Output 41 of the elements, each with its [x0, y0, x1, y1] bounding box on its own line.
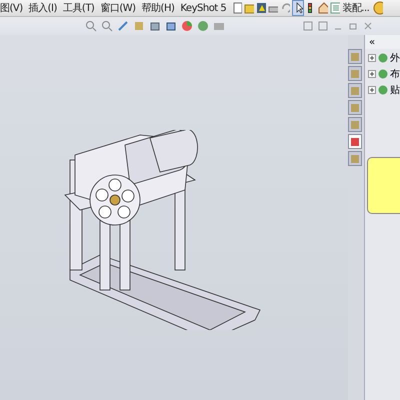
close-icon[interactable]	[363, 21, 373, 31]
menu-item[interactable]: 帮助(H)	[142, 1, 174, 15]
menu-item[interactable]: 插入(I)	[28, 1, 57, 15]
restore-icon[interactable]	[348, 21, 358, 31]
menu-item[interactable]: 窗口(W)	[100, 1, 136, 15]
tooltip-box	[367, 157, 400, 214]
menu-item[interactable]: KeyShot 5	[180, 2, 226, 14]
tab-icon	[350, 102, 360, 112]
panel-tab[interactable]	[348, 49, 362, 64]
panel-tab[interactable]	[348, 66, 362, 81]
panel-tab[interactable]	[348, 100, 362, 115]
tab-icon	[350, 136, 360, 146]
document-icon[interactable]	[232, 2, 242, 14]
menu-item[interactable]: 工具(T)	[62, 1, 94, 15]
folder-icon[interactable]	[244, 2, 254, 14]
expand-icon[interactable]	[368, 70, 376, 78]
cube-icon[interactable]	[165, 20, 177, 32]
zoom-icon[interactable]	[85, 20, 97, 32]
tree-item[interactable]: 贴	[390, 83, 400, 97]
warning-icon[interactable]	[256, 2, 266, 14]
panel-tab[interactable]	[348, 151, 362, 166]
expand-icon[interactable]	[368, 54, 376, 62]
cube-icon[interactable]	[149, 20, 161, 32]
tree-item[interactable]: 外	[390, 51, 400, 65]
expand-icon[interactable]	[368, 86, 376, 94]
tree-item[interactable]: 布	[390, 67, 400, 81]
tab-icon	[350, 86, 360, 96]
tab-icon	[350, 120, 360, 130]
panel-tab[interactable]	[348, 117, 362, 132]
tab-icon	[350, 52, 360, 62]
tab-icon	[350, 68, 360, 78]
tab-icon	[350, 154, 360, 164]
house-icon[interactable]	[318, 2, 328, 14]
context-label: 装配...	[342, 2, 370, 15]
list-icon[interactable]	[330, 2, 340, 14]
menu-item[interactable]: 图(V)	[0, 1, 23, 15]
sphere-icon[interactable]	[181, 20, 193, 32]
panel-tab[interactable]	[348, 134, 362, 149]
pointer-icon[interactable]	[292, 0, 304, 16]
zoom-icon[interactable]	[101, 20, 113, 32]
panel-tab[interactable]	[348, 83, 362, 98]
